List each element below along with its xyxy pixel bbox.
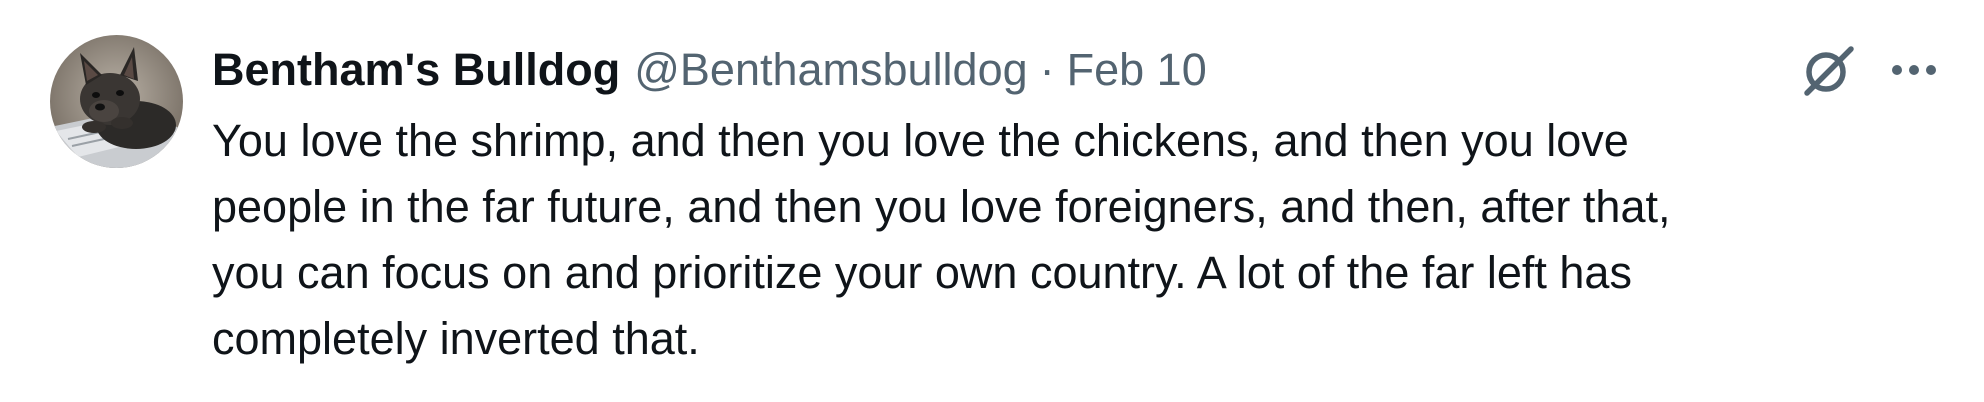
tweet-header: Bentham's Bulldog @Benthamsbulldog · Feb… xyxy=(212,40,1207,100)
timestamp[interactable]: Feb 10 xyxy=(1067,40,1207,100)
french-bulldog-avatar-icon xyxy=(50,35,183,168)
tweet-text-line: completely inverted that. xyxy=(212,313,700,364)
tweet-text: You love the shrimp, and then you love t… xyxy=(212,108,1952,372)
more-dots-icon xyxy=(1892,65,1936,75)
grok-button[interactable] xyxy=(1788,34,1868,106)
more-button[interactable] xyxy=(1876,40,1952,100)
grok-icon xyxy=(1804,46,1854,96)
display-name[interactable]: Bentham's Bulldog xyxy=(212,40,620,100)
tweet-text-line: people in the far future, and then you l… xyxy=(212,181,1671,232)
tweet-text-line: you can focus on and prioritize your own… xyxy=(212,247,1632,298)
tweet-text-line: You love the shrimp, and then you love t… xyxy=(212,115,1629,166)
separator-dot: · xyxy=(1039,44,1055,95)
avatar[interactable] xyxy=(50,35,183,168)
handle[interactable]: @Benthamsbulldog xyxy=(634,40,1027,100)
tweet[interactable]: Bentham's Bulldog @Benthamsbulldog · Feb… xyxy=(0,0,1984,402)
